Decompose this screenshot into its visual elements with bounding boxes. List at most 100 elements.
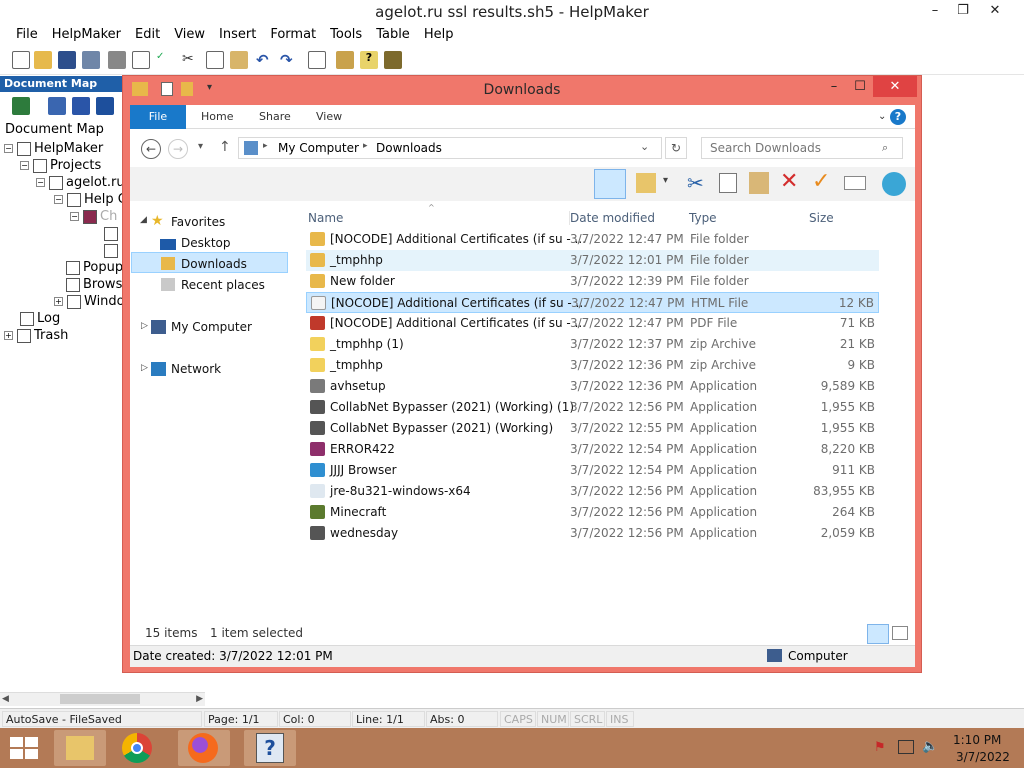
network-tray-icon[interactable] <box>898 740 914 754</box>
folder-options-icon[interactable] <box>636 173 656 193</box>
redo-icon[interactable]: ↷ <box>280 51 298 69</box>
print-icon[interactable] <box>108 51 126 69</box>
column-header-date[interactable]: Date modified <box>569 211 655 225</box>
search-icon[interactable]: ⌕ <box>882 141 888 155</box>
books-icon[interactable] <box>384 51 402 69</box>
docmap-edit-icon[interactable] <box>48 97 66 115</box>
preview-pane-icon[interactable] <box>594 169 626 199</box>
file-row[interactable]: [NOCODE] Additional Certificates (if su … <box>306 229 879 250</box>
nav-desktop[interactable]: Desktop <box>181 236 231 250</box>
menu-edit[interactable]: Edit <box>128 24 167 42</box>
up-icon[interactable]: ↑ <box>219 139 231 155</box>
file-row[interactable]: jre-8u321-windows-x64 3/7/2022 12:56 PM Ap… <box>306 481 879 502</box>
options-dropdown-icon[interactable]: ▾ <box>663 175 668 186</box>
tab-home[interactable]: Home <box>189 105 245 129</box>
nav-network[interactable]: Network <box>171 362 221 376</box>
docmap-list-icon[interactable] <box>72 97 90 115</box>
open-icon[interactable] <box>34 51 52 69</box>
tree-item-projects[interactable]: − Projects <box>20 158 101 173</box>
collapse-icon[interactable]: ◢ <box>140 215 147 225</box>
menu-insert[interactable]: Insert <box>212 24 263 42</box>
copy-icon[interactable] <box>206 51 224 69</box>
clock-date[interactable]: 3/7/2022 <box>956 750 1010 764</box>
file-row[interactable]: JJJJ Browser 3/7/2022 12:54 PM Application… <box>306 460 879 481</box>
refresh-icon[interactable]: ↻ <box>665 137 687 159</box>
nav-my-computer[interactable]: My Computer <box>171 320 252 334</box>
tree-item-topic-2[interactable] <box>104 243 121 258</box>
paste-icon[interactable] <box>749 172 769 194</box>
menu-view[interactable]: View <box>167 24 212 42</box>
new-icon[interactable] <box>12 51 30 69</box>
file-row[interactable]: avhsetup 3/7/2022 12:36 PM Application 9,58… <box>306 376 879 397</box>
breadcrumb-my-computer[interactable]: My Computer <box>278 141 359 155</box>
breadcrumb-downloads[interactable]: Downloads <box>376 141 442 155</box>
nav-downloads[interactable]: Downloads <box>181 257 247 271</box>
tree-item-log[interactable]: Log <box>20 311 60 326</box>
menu-format[interactable]: Format <box>263 24 323 42</box>
expand-icon[interactable]: ▷ <box>141 363 148 373</box>
cut-icon[interactable]: ✂ <box>182 51 200 69</box>
tab-file[interactable]: File <box>130 105 186 129</box>
file-row[interactable]: _tmphhp 3/7/2022 12:01 PM File folder <box>306 250 879 271</box>
docmap-add-icon[interactable] <box>12 97 30 115</box>
start-button[interactable] <box>10 737 38 759</box>
back-icon[interactable]: ← <box>141 139 161 159</box>
help-icon[interactable]: ? <box>360 51 378 69</box>
package-icon[interactable] <box>336 51 354 69</box>
address-bar[interactable]: ▸ My Computer ▸ Downloads ⌄ <box>238 137 662 159</box>
file-row[interactable]: CollabNet Bypasser (2021) (Working) 3/7/2… <box>306 418 879 439</box>
nav-recent-places[interactable]: Recent places <box>181 278 265 292</box>
file-row[interactable]: New folder 3/7/2022 12:39 PM File folder <box>306 271 879 292</box>
print-preview-icon[interactable] <box>132 51 150 69</box>
file-row[interactable]: ERROR422 3/7/2022 12:54 PM Application 8,22… <box>306 439 879 460</box>
tree-item-browse[interactable]: Brows <box>66 277 122 292</box>
action-center-icon[interactable]: ⚑ <box>874 740 886 755</box>
tree-item-help[interactable]: − Help C <box>54 192 127 207</box>
explorer-maximize-button[interactable]: ☐ <box>845 76 875 97</box>
tab-view[interactable]: View <box>304 105 354 129</box>
docmap-nav-icon[interactable] <box>96 97 114 115</box>
column-header-type[interactable]: Type <box>689 211 717 225</box>
file-row[interactable]: [NOCODE] Additional Certificates (if su … <box>306 313 879 334</box>
file-row[interactable]: [NOCODE] Additional Certificates (if su … <box>306 292 879 313</box>
tab-share[interactable]: Share <box>247 105 303 129</box>
paste-icon[interactable] <box>230 51 248 69</box>
taskbar-file-explorer[interactable] <box>54 730 106 766</box>
file-row[interactable]: _tmphhp 3/7/2022 12:36 PM zip Archive 9 KB <box>306 355 879 376</box>
save-all-icon[interactable] <box>82 51 100 69</box>
tree-item-popup[interactable]: Popup <box>66 260 123 275</box>
help-icon[interactable]: ? <box>890 109 906 125</box>
clock-time[interactable]: 1:10 PM <box>953 733 1001 747</box>
docmap-hscrollbar[interactable]: ◀ ▶ <box>0 692 205 706</box>
scroll-right-icon[interactable]: ▶ <box>196 694 203 704</box>
file-row[interactable]: wednesday 3/7/2022 12:56 PM Application 2,0… <box>306 523 879 544</box>
taskbar-firefox[interactable] <box>178 730 230 766</box>
checkmark-icon[interactable]: ✓ <box>812 169 830 194</box>
search-input[interactable]: Search Downloads <box>701 137 903 159</box>
menu-tools[interactable]: Tools <box>323 24 369 42</box>
tree-item-window[interactable]: + Windo <box>54 294 125 309</box>
copy-icon[interactable] <box>719 173 737 193</box>
menu-file[interactable]: File <box>9 24 45 42</box>
address-dropdown-icon[interactable]: ⌄ <box>640 140 649 153</box>
explorer-close-button[interactable]: ✕ <box>873 76 917 97</box>
taskbar-helpmaker[interactable]: ? <box>244 730 296 766</box>
tree-item-helpmaker[interactable]: − HelpMaker <box>4 141 103 156</box>
forward-icon[interactable]: → <box>168 139 188 159</box>
close-button[interactable]: ✕ <box>980 0 1010 22</box>
tree-item-trash[interactable]: + Trash <box>4 328 68 343</box>
restore-button[interactable]: ❐ <box>948 0 978 22</box>
minimize-button[interactable]: – <box>920 0 950 22</box>
file-row[interactable]: CollabNet Bypasser (2021) (Working) (1) 3… <box>306 397 879 418</box>
menu-table[interactable]: Table <box>369 24 417 42</box>
file-row[interactable]: Minecraft 3/7/2022 12:56 PM Application 264… <box>306 502 879 523</box>
undo-icon[interactable]: ↶ <box>256 51 274 69</box>
expand-icon[interactable]: ▷ <box>141 321 148 331</box>
file-row[interactable]: _tmphhp (1) 3/7/2022 12:37 PM zip Archive 2… <box>306 334 879 355</box>
tree-item-project[interactable]: − agelot.ru <box>36 175 125 190</box>
column-header-size[interactable]: Size <box>809 211 834 225</box>
delete-icon[interactable]: ✕ <box>780 169 798 194</box>
save-icon[interactable] <box>58 51 76 69</box>
details-view-icon[interactable] <box>867 624 889 644</box>
menu-help[interactable]: Help <box>417 24 461 42</box>
